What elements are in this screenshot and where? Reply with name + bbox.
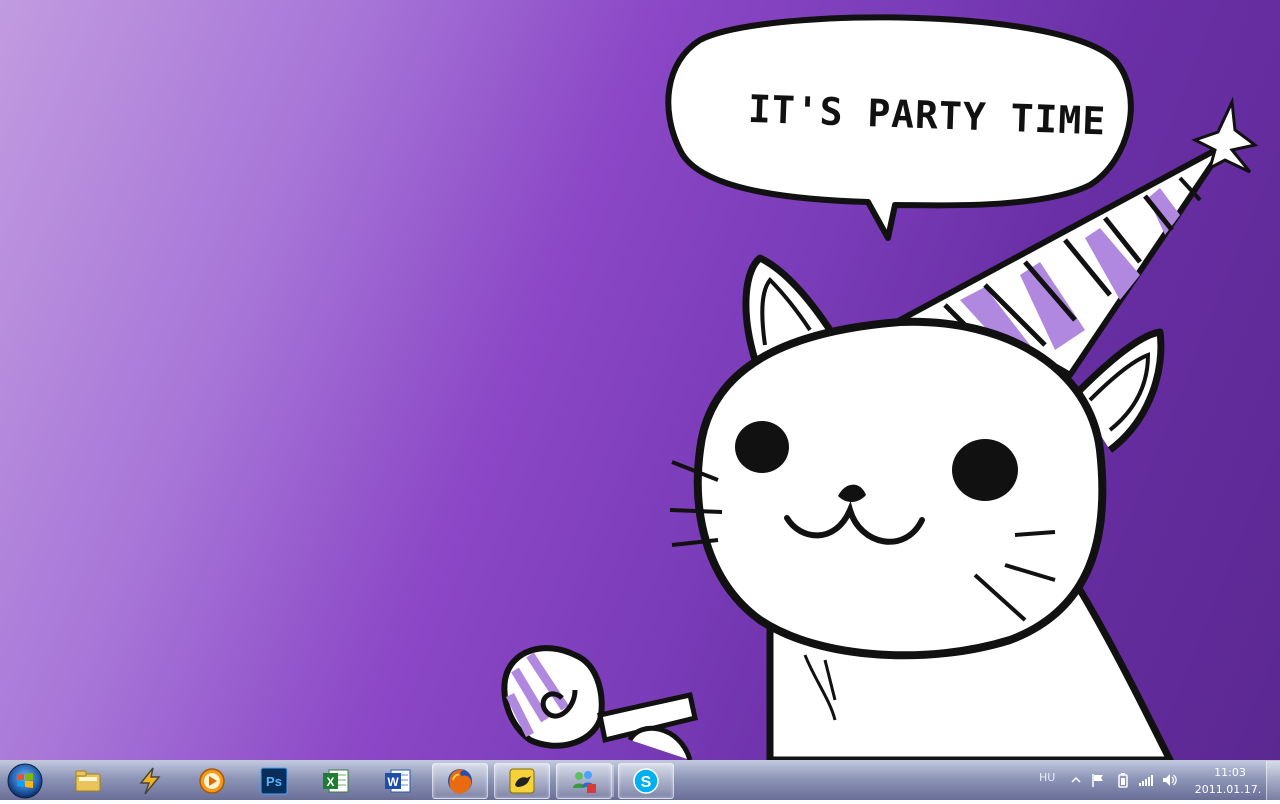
- taskbar-explorer[interactable]: [60, 763, 116, 799]
- windows-logo-icon: [7, 763, 43, 799]
- ps-icon: Ps: [260, 767, 288, 795]
- clock-time[interactable]: 11:03: [1210, 766, 1250, 779]
- taskbar-word[interactable]: W: [370, 763, 426, 799]
- excel-icon: X: [323, 769, 349, 793]
- people-icon: [573, 771, 596, 793]
- taskbar-bird-app[interactable]: [494, 763, 550, 799]
- play-circle-icon: [199, 768, 225, 794]
- svg-text:Ps: Ps: [266, 774, 282, 789]
- battery-icon[interactable]: [1115, 772, 1131, 788]
- volume-icon[interactable]: [1161, 772, 1177, 788]
- show-hidden-icons-icon[interactable]: [1068, 772, 1084, 788]
- clock-date[interactable]: 2011.01.17.: [1193, 783, 1263, 796]
- action-center-flag-icon[interactable]: [1090, 772, 1106, 788]
- network-signal-icon[interactable]: [1138, 772, 1154, 788]
- taskbar-messenger[interactable]: [556, 763, 612, 799]
- taskbar-firefox[interactable]: [432, 763, 488, 799]
- start-button[interactable]: [4, 762, 46, 800]
- show-desktop-button[interactable]: [1266, 761, 1280, 800]
- folder-icon: [75, 770, 101, 792]
- desktop-wallpaper: IT'S PARTY TIME: [0, 0, 1280, 760]
- taskbar-photoshop[interactable]: Ps: [246, 763, 302, 799]
- taskbar-skype[interactable]: S: [618, 763, 674, 799]
- svg-text:W: W: [387, 775, 399, 789]
- taskbar: Ps X W S HU 11:03 2011.01.17.: [0, 760, 1280, 800]
- firefox-icon: [448, 769, 472, 794]
- word-icon: W: [385, 769, 411, 793]
- taskbar-winamp[interactable]: [122, 763, 178, 799]
- taskbar-separator: [612, 765, 614, 797]
- bird-icon: [509, 768, 535, 794]
- lightning-icon: [139, 767, 161, 795]
- taskbar-media-player[interactable]: [184, 763, 240, 799]
- taskbar-excel[interactable]: X: [308, 763, 364, 799]
- svg-text:X: X: [326, 775, 334, 789]
- svg-text:S: S: [641, 774, 652, 791]
- language-indicator[interactable]: HU: [1039, 771, 1055, 784]
- skype-icon: S: [633, 768, 659, 794]
- system-tray: HU 11:03 2011.01.17.: [1030, 761, 1280, 801]
- party-blower: [501, 645, 698, 760]
